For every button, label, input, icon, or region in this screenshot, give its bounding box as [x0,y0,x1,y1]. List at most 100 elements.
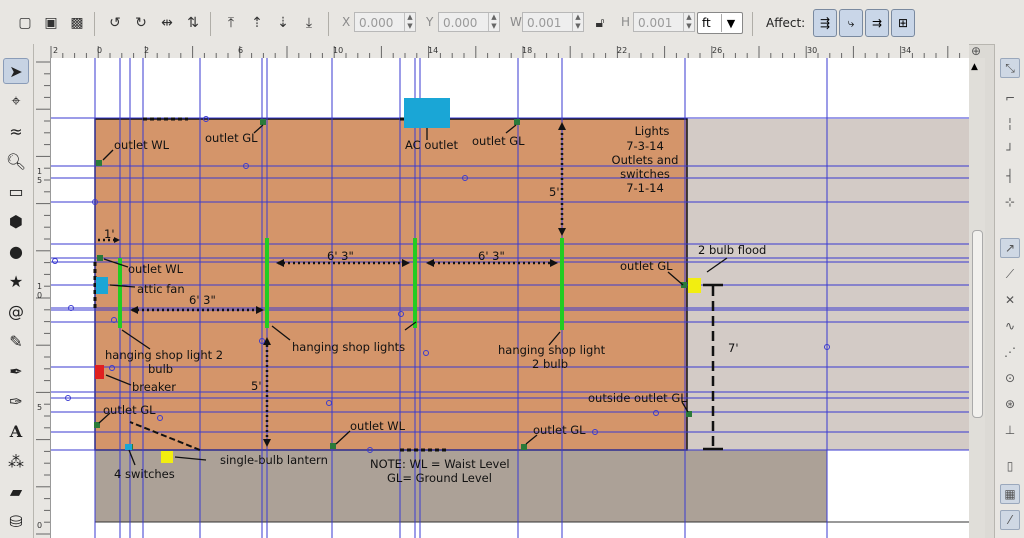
selector-icon[interactable]: ➤ [3,58,29,84]
label-outlet-gl-right: outlet GL [620,259,673,273]
outlet[interactable] [521,444,527,450]
star-icon[interactable]: ★ [3,268,29,294]
zoom-icon[interactable]: 🔍︎ [3,148,29,174]
x-value: 0.000 [359,16,394,30]
select-all-icon[interactable]: ▢ [14,12,36,34]
paint-bucket-icon[interactable]: ⛁ [3,508,29,534]
snap-smooth-nodes-icon[interactable]: ∿ [1000,316,1020,336]
snap-midpoints-icon[interactable]: ⋰ [1000,342,1020,362]
label-dates-line: Lights [635,124,670,138]
scrollbar-thumb[interactable] [972,230,983,418]
outlet[interactable] [681,282,687,288]
label-note-gl: GL= Ground Level [387,471,492,485]
deselect-icon[interactable]: ▩ [66,12,88,34]
h-field[interactable]: 0.001 ▲ ▼ [633,12,695,32]
ruler-tick-label: 6 [238,46,243,55]
snap-paths-icon[interactable]: ⟋ [1000,264,1020,284]
label-1ft: 1' [104,227,114,241]
snap-intersections-icon[interactable]: ✕ [1000,290,1020,310]
affect-stroke-scale-icon[interactable]: ⇶ [813,9,837,37]
outlet[interactable] [97,255,103,261]
vertical-scrollbar[interactable]: ▲ [969,58,985,538]
outlet[interactable] [330,443,336,449]
tweak-icon[interactable]: ≈ [3,118,29,144]
label-outlet-gl-bottom: outlet GL [533,423,586,437]
y-label: Y [426,15,434,29]
raise-to-top-icon[interactable]: ⤒ [220,12,242,34]
label-outlet-gl-left-bottom: outlet GL [103,403,156,417]
ruler-tick-label: 14 [428,46,438,55]
ac-unit[interactable] [404,98,450,128]
text-icon[interactable]: A [3,418,29,444]
pencil-icon[interactable]: ✎ [3,328,29,354]
snap-bbox-corner-icon[interactable]: ┘ [1000,140,1020,160]
affect-patterns-icon[interactable]: ⊞ [891,9,915,37]
snap-bbox-center-icon[interactable]: ⊹ [1000,192,1020,212]
snap-guide-icon[interactable]: ⁄ [1000,510,1020,530]
snap-rotation-center-icon[interactable]: ⊛ [1000,394,1020,414]
ruler-tick-label: 26 [712,46,722,55]
floor-plan-drawing: outlet WL outlet GL AC outlet outlet GL … [51,58,969,538]
flip-horizontal-icon[interactable]: ⇹ [156,12,178,34]
outlet[interactable] [96,160,102,166]
scroll-up-icon[interactable]: ▲ [971,62,978,72]
box3d-icon[interactable]: ⬢ [3,208,29,234]
svg-text:1: 1 [37,282,42,291]
h-value: 0.001 [638,16,673,30]
switches[interactable] [125,444,132,450]
lock-icon[interactable]: 🔓︎ [589,12,611,34]
calligraphy-icon[interactable]: ✑ [3,388,29,414]
outlet[interactable] [260,119,266,125]
snap-text-baseline-icon[interactable]: ⊥ [1000,420,1020,440]
lower-icon[interactable]: ⇣ [272,12,294,34]
y-field[interactable]: 0.000 ▲ ▼ [438,12,500,32]
spiral-icon[interactable]: @ [3,298,29,324]
snap-bbox-icon[interactable]: ⌐ [1000,88,1020,108]
drawing-canvas[interactable]: outlet WL outlet GL AC outlet outlet GL … [51,58,969,538]
w-field[interactable]: 0.001 ▲ ▼ [522,12,584,32]
toolbox: ➤ ⌖ ≈ 🔍︎ ▭ ⬢ ● ★ @ ✎ ✒ ✑ A ⁂ ▰ ⛁ [0,44,34,538]
attic-fan[interactable] [96,277,108,294]
snap-bbox-edge-icon[interactable]: ╎ [1000,114,1020,134]
snap-page-border-icon[interactable]: ▯ [1000,456,1020,476]
label-hanging-light-2bulb: hanging shop light 2 [105,348,223,362]
spray-icon[interactable]: ⁂ [3,448,29,474]
rotate-cw-icon[interactable]: ↻ [130,12,152,34]
label-5ft-bottom: 5' [251,379,261,393]
snap-nodes-icon[interactable]: ↗ [1000,238,1020,258]
affect-corners-icon[interactable]: ⤷ [839,9,863,37]
outlet[interactable] [514,119,520,125]
label-dates-line: 7-1-14 [626,181,664,195]
unit-select[interactable]: ft ▼ [697,12,743,34]
zoom-corner-icon[interactable]: ⊕ [971,44,981,58]
label-ac-outlet: AC outlet [405,138,458,152]
label-outlet-gl-top-left: outlet GL [205,131,258,145]
select-all-layers-icon[interactable]: ▣ [40,12,62,34]
affect-gradients-icon[interactable]: ⇉ [865,9,889,37]
flip-vertical-icon[interactable]: ⇅ [182,12,204,34]
x-field[interactable]: 0.000 ▲ ▼ [354,12,416,32]
horizontal-ruler: 2 0 2 6 10 14 18 22 26 30 34 [50,44,969,59]
breaker-box[interactable] [95,365,104,379]
ellipse-icon[interactable]: ● [3,238,29,264]
two-bulb-flood[interactable] [688,278,701,293]
pen-icon[interactable]: ✒ [3,358,29,384]
snap-bbox-mid-icon[interactable]: ┤ [1000,166,1020,186]
eraser-icon[interactable]: ▰ [3,478,29,504]
lower-to-bottom-icon[interactable]: ⤓ [298,12,320,34]
ruler-corner [34,44,50,58]
snap-object-center-icon[interactable]: ⊙ [1000,368,1020,388]
single-bulb-lantern[interactable] [161,451,173,463]
rect-icon[interactable]: ▭ [3,178,29,204]
chevron-down-icon: ▼ [721,14,740,32]
raise-icon[interactable]: ⇡ [246,12,268,34]
node-icon[interactable]: ⌖ [3,88,29,114]
w-value: 0.001 [527,16,562,30]
snap-enable-icon[interactable]: ⤡ [1000,58,1020,78]
rotate-ccw-icon[interactable]: ↺ [104,12,126,34]
ruler-tick-label: 0 [97,46,102,55]
outlet[interactable] [686,411,692,417]
label-dates-line: Outlets and [612,153,679,167]
snap-grid-icon[interactable]: ▦ [1000,484,1020,504]
label-hanging-light-right: 2 bulb [532,357,568,371]
